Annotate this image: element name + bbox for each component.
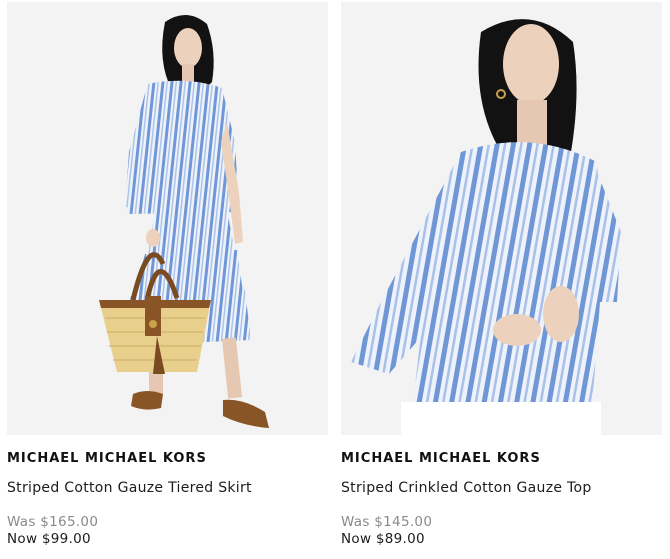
- product-grid: MICHAEL MICHAEL KORS Striped Cotton Gauz…: [0, 0, 670, 559]
- product-brand[interactable]: MICHAEL MICHAEL KORS: [7, 451, 207, 466]
- product-name[interactable]: Striped Crinkled Cotton Gauze Top: [341, 480, 592, 496]
- product-card[interactable]: MICHAEL MICHAEL KORS Striped Cotton Gauz…: [7, 0, 328, 559]
- product-was-price: Was $145.00: [341, 514, 433, 530]
- product-brand[interactable]: MICHAEL MICHAEL KORS: [341, 451, 541, 466]
- product-now-price: Now $89.00: [341, 531, 425, 547]
- product-image[interactable]: [7, 2, 328, 435]
- product-image[interactable]: [341, 2, 662, 435]
- product-now-price: Now $99.00: [7, 531, 91, 547]
- product-card[interactable]: MICHAEL MICHAEL KORS Striped Crinkled Co…: [341, 0, 662, 559]
- product-was-price: Was $165.00: [7, 514, 99, 530]
- product-name[interactable]: Striped Cotton Gauze Tiered Skirt: [7, 480, 252, 496]
